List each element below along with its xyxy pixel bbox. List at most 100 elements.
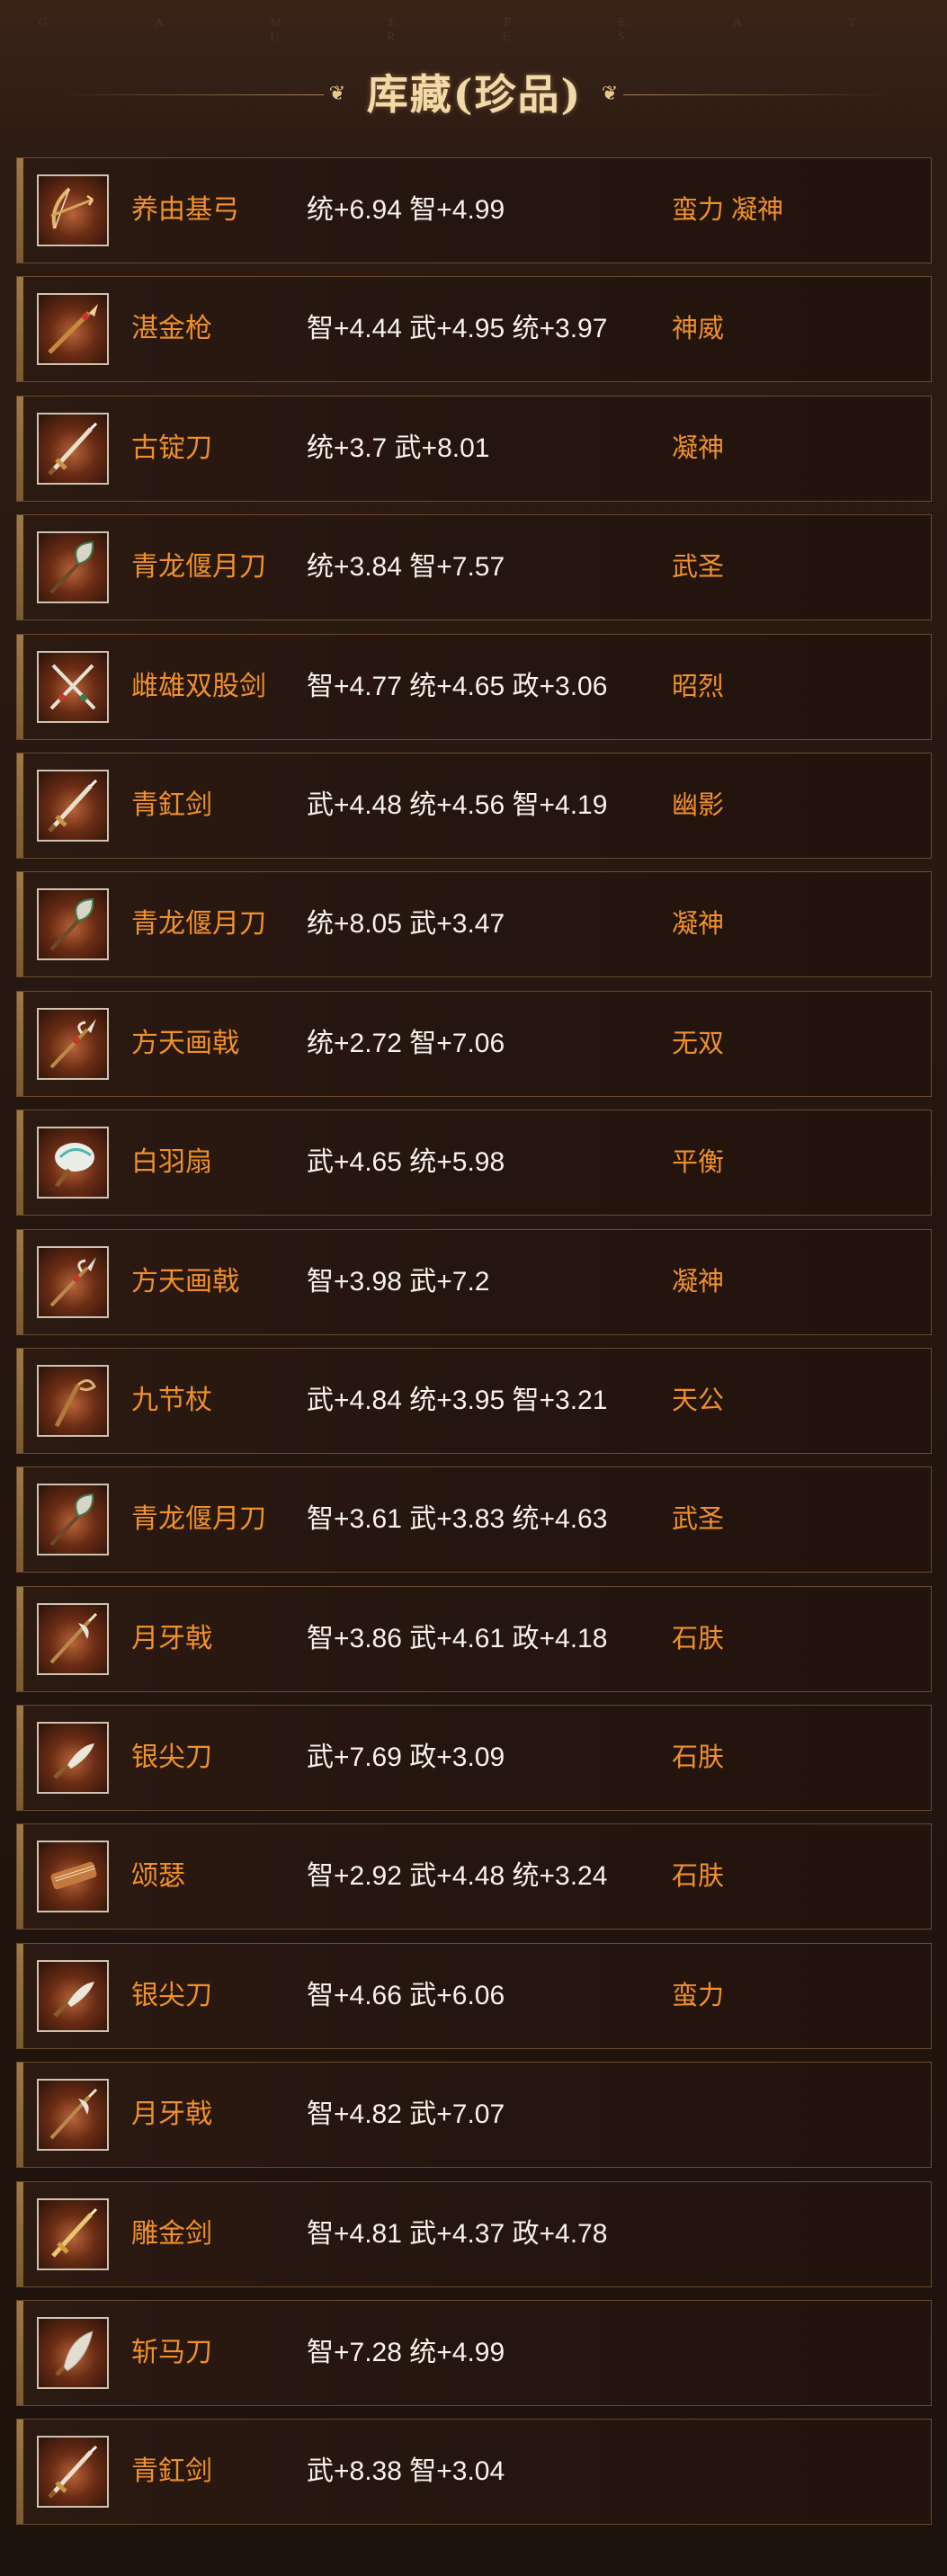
item-skill: 神威 bbox=[672, 315, 725, 344]
item-stats: 智+4.81 武+4.37 政+4.78 bbox=[307, 2218, 608, 2249]
item-skill: 昭烈 bbox=[672, 672, 725, 701]
item-stats: 智+7.28 统+4.99 bbox=[307, 2338, 505, 2368]
item-name: 方天画戟 bbox=[131, 1266, 239, 1297]
list-item[interactable]: 古锭刀 统+3.7 武+8.01 凝神 bbox=[16, 395, 932, 502]
blade-icon bbox=[37, 1959, 109, 2032]
list-item[interactable]: 方天画戟 统+2.72 智+7.06 无双 bbox=[16, 990, 932, 1097]
item-name: 青釭剑 bbox=[131, 789, 212, 820]
item-stats: 智+3.86 武+4.61 政+4.18 bbox=[307, 1623, 608, 1653]
list-item[interactable]: 青龙偃月刀 统+3.84 智+7.57 武圣 bbox=[16, 514, 932, 621]
page-header: ❦ 库藏(珍品) ❦ bbox=[0, 63, 947, 126]
list-item[interactable]: 青龙偃月刀 智+3.61 武+3.83 统+4.63 武圣 bbox=[16, 1466, 932, 1573]
item-name: 月牙戟 bbox=[131, 1623, 212, 1653]
item-skill: 蛮力 凝神 bbox=[672, 196, 784, 225]
list-item[interactable]: 青龙偃月刀 统+8.05 武+3.47 凝神 bbox=[16, 871, 932, 978]
list-item[interactable]: 青釭剑 武+8.38 智+3.04 bbox=[16, 2419, 932, 2526]
item-name: 银尖刀 bbox=[131, 1743, 212, 1773]
sword-icon bbox=[37, 412, 109, 485]
header-divider-right bbox=[623, 94, 893, 95]
item-skill: 武圣 bbox=[672, 1505, 725, 1535]
item-name: 青龙偃月刀 bbox=[131, 1504, 266, 1535]
list-item[interactable]: 雕金剑 智+4.81 武+4.37 政+4.78 bbox=[16, 2180, 932, 2287]
item-skill: 武圣 bbox=[672, 553, 725, 583]
item-skill: 凝神 bbox=[672, 910, 725, 940]
item-stats: 智+2.92 武+4.48 统+3.24 bbox=[307, 1861, 608, 1892]
item-skill: 石肤 bbox=[672, 1862, 725, 1892]
zither-icon bbox=[37, 1841, 109, 1913]
item-stats: 统+3.7 武+8.01 bbox=[307, 432, 490, 463]
item-skill: 凝神 bbox=[672, 433, 725, 463]
item-name: 颂瑟 bbox=[131, 1861, 185, 1892]
item-skill: 平衡 bbox=[672, 1148, 725, 1178]
item-name: 古锭刀 bbox=[131, 432, 212, 463]
item-skill: 石肤 bbox=[672, 1624, 725, 1653]
item-name: 湛金枪 bbox=[131, 314, 212, 344]
glaive-icon bbox=[37, 888, 109, 961]
item-stats: 智+4.82 武+7.07 bbox=[307, 2099, 505, 2130]
list-item[interactable]: 月牙戟 智+4.82 武+7.07 bbox=[16, 2062, 932, 2169]
feather-fan-icon bbox=[37, 1127, 109, 1199]
item-stats: 智+4.66 武+6.06 bbox=[307, 1980, 505, 2010]
ornament-right-icon: ❦ bbox=[601, 83, 619, 105]
item-stats: 智+3.98 武+7.2 bbox=[307, 1266, 490, 1297]
list-item[interactable]: 雌雄双股剑 智+4.77 统+4.65 政+3.06 昭烈 bbox=[16, 633, 932, 740]
item-stats: 武+8.38 智+3.04 bbox=[307, 2456, 505, 2487]
list-item[interactable]: 银尖刀 智+4.66 武+6.06 蛮力 bbox=[16, 1942, 932, 2049]
list-item[interactable]: 斩马刀 智+7.28 统+4.99 bbox=[16, 2300, 932, 2407]
item-skill: 蛮力 bbox=[672, 1981, 725, 2010]
twin-swords-icon bbox=[37, 650, 109, 723]
treasure-list: 养由基弓 统+6.94 智+4.99 蛮力 凝神 湛金枪 智+4.44 武+4.95 统… bbox=[16, 157, 932, 2538]
halberd-icon bbox=[37, 1245, 109, 1318]
item-skill: 石肤 bbox=[672, 1743, 725, 1773]
item-name: 养由基弓 bbox=[131, 195, 239, 225]
broad-blade-icon bbox=[37, 2317, 109, 2390]
item-stats: 武+4.84 统+3.95 智+3.21 bbox=[307, 1385, 608, 1415]
list-item[interactable]: 月牙戟 智+3.86 武+4.61 政+4.18 石肤 bbox=[16, 1585, 932, 1692]
item-stats: 统+8.05 武+3.47 bbox=[307, 909, 505, 940]
item-name: 方天画戟 bbox=[131, 1028, 239, 1058]
item-name: 斩马刀 bbox=[131, 2338, 212, 2368]
crescent-halberd-icon bbox=[37, 2079, 109, 2152]
list-item[interactable]: 九节杖 武+4.84 统+3.95 智+3.21 天公 bbox=[16, 1347, 932, 1454]
list-item[interactable]: 养由基弓 统+6.94 智+4.99 蛮力 凝神 bbox=[16, 157, 932, 263]
item-name: 九节杖 bbox=[131, 1385, 212, 1415]
list-item[interactable]: 颂瑟 智+2.92 武+4.48 统+3.24 石肤 bbox=[16, 1823, 932, 1930]
bow-icon bbox=[37, 174, 109, 246]
item-stats: 统+3.84 智+7.57 bbox=[307, 552, 505, 583]
blade-icon bbox=[37, 1722, 109, 1795]
list-item[interactable]: 青釭剑 武+4.48 统+4.56 智+4.19 幽影 bbox=[16, 752, 932, 859]
item-name: 青釭剑 bbox=[131, 2456, 212, 2487]
sword-icon bbox=[37, 2436, 109, 2509]
item-name: 月牙戟 bbox=[131, 2099, 212, 2130]
item-name: 白羽扇 bbox=[131, 1147, 212, 1178]
item-stats: 统+6.94 智+4.99 bbox=[307, 195, 505, 225]
item-stats: 智+4.77 统+4.65 政+3.06 bbox=[307, 671, 608, 701]
ornament-left-icon: ❦ bbox=[328, 83, 346, 105]
item-skill: 幽影 bbox=[672, 790, 725, 820]
list-item[interactable]: 方天画戟 智+3.98 武+7.2 凝神 bbox=[16, 1228, 932, 1335]
header-watermark: G A M E F E A T U R E S bbox=[38, 16, 909, 44]
item-stats: 武+7.69 政+3.09 bbox=[307, 1743, 505, 1773]
header-divider-left bbox=[54, 94, 324, 95]
glaive-icon bbox=[37, 1484, 109, 1556]
list-item[interactable]: 湛金枪 智+4.44 武+4.95 统+3.97 神威 bbox=[16, 276, 932, 383]
item-name: 青龙偃月刀 bbox=[131, 552, 266, 583]
item-skill: 凝神 bbox=[672, 1267, 725, 1297]
item-skill: 天公 bbox=[672, 1386, 725, 1415]
item-name: 银尖刀 bbox=[131, 1980, 212, 2010]
item-name: 雌雄双股剑 bbox=[131, 671, 266, 701]
list-item[interactable]: 银尖刀 武+7.69 政+3.09 石肤 bbox=[16, 1705, 932, 1812]
item-skill: 无双 bbox=[672, 1029, 725, 1058]
glaive-icon bbox=[37, 531, 109, 604]
sword-icon bbox=[37, 769, 109, 842]
staff-icon bbox=[37, 1364, 109, 1437]
gold-sword-icon bbox=[37, 2197, 109, 2270]
item-stats: 武+4.48 统+4.56 智+4.19 bbox=[307, 789, 608, 820]
list-item[interactable]: 白羽扇 武+4.65 统+5.98 平衡 bbox=[16, 1110, 932, 1217]
item-stats: 武+4.65 统+5.98 bbox=[307, 1147, 505, 1178]
crescent-halberd-icon bbox=[37, 1602, 109, 1675]
item-stats: 统+2.72 智+7.06 bbox=[307, 1028, 505, 1058]
item-name: 雕金剑 bbox=[131, 2218, 212, 2249]
page-title: 库藏(珍品) bbox=[366, 70, 583, 119]
item-stats: 智+3.61 武+3.83 统+4.63 bbox=[307, 1504, 608, 1535]
